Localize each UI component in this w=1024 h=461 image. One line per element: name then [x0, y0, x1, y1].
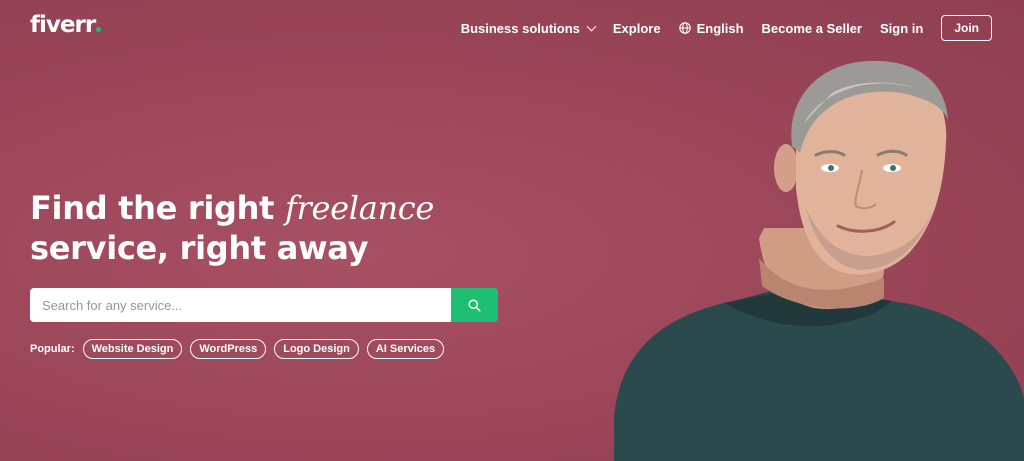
logo-text: fiverr	[30, 12, 96, 38]
popular-tags: Popular: Website Design WordPress Logo D…	[30, 339, 452, 359]
popular-label: Popular:	[30, 343, 75, 355]
nav-business-solutions[interactable]: Business solutions	[460, 20, 597, 36]
nav-become-seller[interactable]: Become a Seller	[762, 21, 862, 36]
nav-sign-in-label: Sign in	[879, 20, 924, 36]
nav-business-solutions-label: Business solutions	[460, 20, 580, 36]
nav-become-seller-label: Become a Seller	[761, 20, 862, 36]
logo-dot	[96, 27, 102, 32]
nav-explore-label: Explore	[612, 20, 661, 36]
hero-portrait-image	[614, 60, 1024, 461]
nav-language-label: English	[696, 20, 744, 36]
search-icon	[468, 298, 481, 312]
nav-language[interactable]: English	[678, 20, 744, 36]
search-input[interactable]	[30, 288, 451, 322]
nav-explore[interactable]: Explore	[613, 21, 661, 36]
popular-tag-logo-design[interactable]: Logo Design	[274, 339, 359, 359]
top-navigation-bar: fiverr Business solutions Explore Englis…	[0, 0, 1024, 56]
chevron-down-icon	[586, 21, 597, 31]
popular-tag-wordpress[interactable]: WordPress	[190, 339, 267, 359]
headline-part1: Find the right	[30, 189, 285, 227]
fiverr-logo[interactable]: fiverr	[30, 12, 102, 38]
popular-tag-ai-services[interactable]: AI Services	[366, 339, 445, 359]
nav-links: Business solutions Explore English Becom…	[461, 14, 992, 42]
hero-headline: Find the right freelance service, right …	[30, 188, 434, 268]
headline-italic: freelance	[284, 189, 435, 227]
popular-tag-website-design[interactable]: Website Design	[82, 339, 183, 359]
headline-part2: service, right away	[30, 229, 369, 267]
search-button[interactable]	[451, 288, 498, 322]
globe-icon	[678, 22, 691, 34]
join-button[interactable]: Join	[941, 15, 992, 41]
search-bar	[30, 288, 498, 322]
nav-sign-in[interactable]: Sign in	[880, 21, 923, 36]
